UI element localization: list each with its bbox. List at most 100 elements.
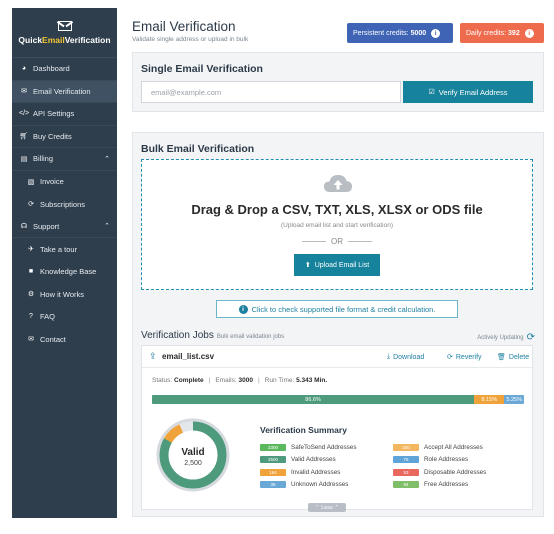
- plane-icon: ✈: [28, 246, 34, 254]
- auto-update-indicator[interactable]: Actively Updating ⟳: [477, 332, 535, 343]
- daily-credits-badge[interactable]: Daily credits: 392 i: [460, 23, 544, 43]
- palette-icon: ◕: [21, 65, 27, 73]
- code-icon: </>: [19, 110, 30, 118]
- job-runtime: 5.343 Min.: [296, 377, 328, 384]
- valid-donut-chart: Valid 2,500: [156, 418, 230, 492]
- summary-label: Disposable Addresses: [424, 468, 487, 476]
- logo[interactable]: QuickEmailVerification: [12, 8, 117, 58]
- summary-count-badge: 84: [393, 481, 419, 489]
- donut-value: 2,500: [184, 460, 202, 467]
- sidebar-item-faq[interactable]: ? FAQ: [12, 306, 117, 329]
- info-icon[interactable]: i: [431, 28, 441, 38]
- dropzone-title: Drag & Drop a CSV, TXT, XLS, XLSX or ODS…: [191, 202, 483, 217]
- summary-list-right: 200 Accept All Addresses 76 Role Addresses 5…: [393, 441, 486, 491]
- book-icon: ■: [28, 268, 34, 276]
- app: QuickEmailVerification ◕ Dashboard ✉ Email…: [0, 0, 554, 534]
- summary-title: Verification Summary: [260, 425, 347, 435]
- job-email-count: 3000: [238, 377, 253, 384]
- progress-segment: 8.15%: [474, 395, 505, 404]
- envelope-logo-icon: [57, 20, 72, 31]
- file-upload-icon: ⇪: [149, 351, 157, 361]
- summary-label: Free Addresses: [424, 481, 469, 489]
- info-icon[interactable]: i: [524, 28, 534, 38]
- sidebar-item-api-settings[interactable]: </> API Settings: [12, 103, 117, 126]
- sidebar-item-contact[interactable]: ✉ Contact: [12, 328, 117, 351]
- verification-jobs-heading: Verification Jobs Bulk email validation j…: [141, 330, 285, 341]
- refresh-icon: ⟳: [28, 201, 34, 209]
- check-square-icon: ☑: [428, 89, 435, 96]
- summary-item: 36 Unknown Addresses: [260, 479, 356, 492]
- document-icon: ▤: [20, 155, 28, 163]
- summary-label: Accept All Addresses: [424, 443, 483, 451]
- dropzone-subtitle: (Upload email list and start verificatio…: [281, 222, 393, 229]
- job-progress-bar: 86.6% 8.15% 5.25%: [152, 395, 524, 404]
- summary-item: 53 Disposable Addresses: [393, 466, 486, 479]
- sidebar-item-knowledge-base[interactable]: ■ Knowledge Base: [12, 261, 117, 284]
- supported-format-link[interactable]: i Click to check supported file format & …: [216, 300, 458, 318]
- chevron-up-icon: ⌃: [104, 223, 110, 231]
- sidebar-item-how-it-works[interactable]: ⚙ How it Works: [12, 283, 117, 306]
- trash-icon: 🗑︎: [497, 354, 506, 361]
- summary-item: 76 Role Addresses: [393, 454, 486, 467]
- job-card: ⇪ email_list.csv ⤓ Download ⟳ Reverify 🗑︎ D…: [141, 345, 533, 510]
- summary-item: 2300 SafeToSend Addresses: [260, 441, 356, 454]
- sidebar-item-email-verification[interactable]: ✉ Email Verification: [12, 80, 117, 103]
- persistent-credits-badge[interactable]: Persistent credits: 5000 i: [347, 23, 453, 43]
- sidebar-item-buy-credits[interactable]: 🛒︎ Buy Credits: [12, 126, 117, 148]
- sidebar: QuickEmailVerification ◕ Dashboard ✉ Email…: [12, 8, 117, 518]
- envelope-icon: ✉: [21, 88, 27, 96]
- summary-count-badge: 200: [393, 443, 419, 451]
- sidebar-item-support[interactable]: ☊ Support ⌃: [12, 216, 117, 238]
- summary-item: 2500 Valid Addresses: [260, 454, 356, 467]
- summary-label: SafeToSend Addresses: [291, 443, 357, 451]
- cart-icon: 🛒︎: [19, 133, 29, 141]
- upload-email-list-button[interactable]: ⬆ Upload Email List: [294, 254, 380, 276]
- title-row: Email Verification Validate single addre…: [125, 8, 550, 48]
- verification-jobs-subheading: Bulk email validation jobs: [216, 334, 285, 340]
- email-input[interactable]: [141, 81, 401, 103]
- job-card-header: ⇪ email_list.csv ⤓ Download ⟳ Reverify 🗑︎ D…: [142, 346, 532, 368]
- sidebar-item-take-a-tour[interactable]: ✈ Take a tour: [12, 238, 117, 261]
- delete-button[interactable]: 🗑︎ Delete: [497, 353, 529, 362]
- upload-icon: ⬆: [304, 262, 311, 269]
- single-verification-heading: Single Email Verification: [141, 63, 263, 75]
- summary-label: Invalid Addresses: [291, 468, 341, 476]
- sidebar-item-subscriptions[interactable]: ⟳ Subscriptions: [12, 193, 117, 216]
- page-title: Email Verification: [132, 19, 236, 34]
- sidebar-item-billing[interactable]: ▤ Billing ⌃: [12, 148, 117, 171]
- show-less-button[interactable]: ⌃ Less ⌃: [308, 503, 346, 512]
- summary-count-badge: 76: [393, 456, 419, 464]
- summary-count-badge: 2300: [260, 443, 286, 451]
- download-icon: ⤓: [387, 353, 391, 360]
- page-subtitle: Validate single address or upload in bul…: [132, 36, 249, 43]
- refresh-icon: ⟳: [447, 354, 453, 361]
- or-divider: OR: [142, 237, 532, 246]
- job-status: Complete: [174, 377, 204, 384]
- chevron-up-icon: ⌃: [334, 504, 339, 511]
- summary-count-badge: 164: [260, 468, 286, 476]
- chevron-up-icon: ⌃: [315, 504, 320, 511]
- chevron-up-icon: ⌃: [104, 155, 110, 163]
- question-icon: ?: [29, 313, 33, 321]
- mail-icon: ✉: [28, 336, 34, 344]
- cloud-upload-icon: [324, 175, 352, 192]
- verify-email-button[interactable]: ☑ Verify Email Address: [403, 81, 533, 103]
- bulk-verification-heading: Bulk Email Verification: [141, 143, 255, 155]
- single-verification-panel: Single Email Verification ☑Verify Email …: [132, 52, 544, 112]
- sidebar-item-invoice[interactable]: ▧ Invoice: [12, 171, 117, 194]
- donut-label: Valid: [181, 447, 204, 458]
- download-button[interactable]: ⤓ Download: [387, 353, 424, 361]
- reverify-button[interactable]: ⟳ Reverify: [447, 353, 482, 362]
- info-icon: i: [238, 304, 248, 314]
- summary-count-badge: 2500: [260, 456, 286, 464]
- summary-item: 84 Free Addresses: [393, 479, 486, 492]
- sidebar-item-dashboard[interactable]: ◕ Dashboard: [12, 58, 117, 81]
- summary-item: 164 Invalid Addresses: [260, 466, 356, 479]
- sidebar-nav: ◕ Dashboard ✉ Email Verification </> API Se…: [12, 58, 117, 351]
- headset-icon: ☊: [20, 223, 28, 231]
- bulk-verification-panel: Bulk Email Verification Drag & Drop a CS…: [132, 132, 544, 517]
- file-dropzone[interactable]: Drag & Drop a CSV, TXT, XLS, XLSX or ODS…: [141, 159, 533, 290]
- progress-segment: 5.25%: [504, 395, 524, 404]
- invoice-icon: ▧: [27, 178, 35, 186]
- progress-segment: 86.6%: [152, 395, 475, 404]
